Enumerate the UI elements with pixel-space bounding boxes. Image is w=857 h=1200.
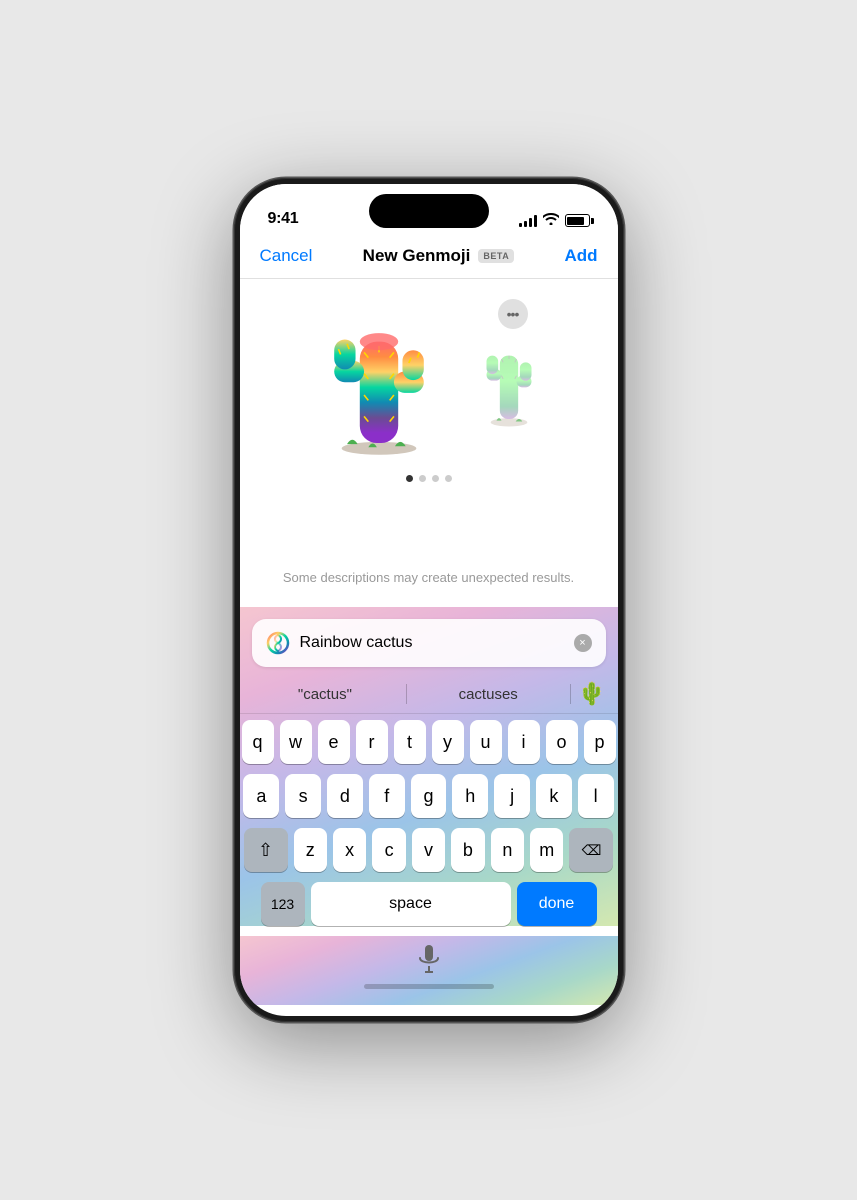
phone-frame: 9:41 Cancel [234, 178, 624, 1022]
key-row-3: ⇧ z x c v b n m ⌫ [244, 828, 614, 872]
cactus-small[interactable] [469, 329, 549, 429]
page-title: New Genmoji [363, 246, 471, 266]
more-button[interactable]: ••• [498, 299, 528, 329]
cactus-large[interactable] [309, 299, 449, 459]
status-bar: 9:41 [240, 184, 618, 238]
key-y[interactable]: y [432, 720, 464, 764]
status-icons [519, 213, 590, 228]
wifi-icon [543, 213, 559, 228]
key-l[interactable]: l [578, 774, 614, 818]
num-key[interactable]: 123 [261, 882, 305, 926]
key-h[interactable]: h [452, 774, 488, 818]
battery-icon [565, 214, 590, 227]
key-a[interactable]: a [243, 774, 279, 818]
key-i[interactable]: i [508, 720, 540, 764]
nav-title-container: New Genmoji BETA [363, 246, 515, 266]
status-time: 9:41 [268, 210, 299, 228]
add-button[interactable]: Add [564, 246, 597, 266]
ellipsis-icon: ••• [507, 306, 519, 322]
dynamic-island [369, 194, 489, 228]
autocomplete-bar: "cactus" cactuses 🌵 [240, 675, 618, 714]
warning-text: Some descriptions may create unexpected … [283, 570, 574, 585]
key-c[interactable]: c [372, 828, 405, 872]
key-row-1: q w e r t y u i o p [244, 720, 614, 764]
search-input[interactable]: Rainbow cactus [300, 634, 564, 652]
keyboard: q w e r t y u i o p a s d f g [240, 714, 618, 926]
signal-icon [519, 215, 537, 227]
key-o[interactable]: o [546, 720, 578, 764]
cancel-button[interactable]: Cancel [260, 246, 313, 266]
emoji-preview-area: ••• [240, 279, 618, 539]
dot-2[interactable] [419, 475, 426, 482]
shift-key[interactable]: ⇧ [244, 828, 288, 872]
mic-icon [418, 944, 440, 974]
key-w[interactable]: w [280, 720, 312, 764]
autocomplete-divider-1 [406, 684, 407, 704]
key-f[interactable]: f [369, 774, 405, 818]
key-k[interactable]: k [536, 774, 572, 818]
key-r[interactable]: r [356, 720, 388, 764]
page-dots [406, 475, 452, 482]
autocomplete-cactus-emoji[interactable]: 🌵 [578, 681, 605, 707]
key-d[interactable]: d [327, 774, 363, 818]
clear-icon: × [579, 637, 585, 649]
key-e[interactable]: e [318, 720, 350, 764]
key-p[interactable]: p [584, 720, 616, 764]
warning-area: Some descriptions may create unexpected … [240, 539, 618, 607]
key-n[interactable]: n [491, 828, 524, 872]
key-m[interactable]: m [530, 828, 563, 872]
key-q[interactable]: q [242, 720, 274, 764]
bottom-bar [240, 936, 618, 1005]
key-z[interactable]: z [294, 828, 327, 872]
search-bar[interactable]: Rainbow cactus × [252, 619, 606, 667]
mic-button[interactable] [414, 944, 444, 974]
done-key[interactable]: done [517, 882, 597, 926]
clear-button[interactable]: × [574, 634, 592, 652]
key-x[interactable]: x [333, 828, 366, 872]
keyboard-area: Rainbow cactus × "cactus" cactuses 🌵 q w [240, 607, 618, 926]
key-s[interactable]: s [285, 774, 321, 818]
key-u[interactable]: u [470, 720, 502, 764]
key-j[interactable]: j [494, 774, 530, 818]
key-row-4: 123 space done [244, 882, 614, 926]
backspace-key[interactable]: ⌫ [569, 828, 613, 872]
dot-4[interactable] [445, 475, 452, 482]
key-v[interactable]: v [412, 828, 445, 872]
autocomplete-cactus[interactable]: "cactus" [252, 682, 399, 707]
beta-badge: BETA [478, 249, 514, 263]
dot-1[interactable] [406, 475, 413, 482]
space-key[interactable]: space [311, 882, 511, 926]
nav-bar: Cancel New Genmoji BETA Add [240, 238, 618, 279]
phone-screen: 9:41 Cancel [240, 184, 618, 1016]
autocomplete-divider-2 [570, 684, 571, 704]
genmoji-icon [266, 631, 290, 655]
key-row-2: a s d f g h j k l [244, 774, 614, 818]
key-b[interactable]: b [451, 828, 484, 872]
autocomplete-cactuses[interactable]: cactuses [415, 682, 562, 707]
emoji-carousel [260, 299, 598, 459]
dot-3[interactable] [432, 475, 439, 482]
key-t[interactable]: t [394, 720, 426, 764]
key-g[interactable]: g [411, 774, 447, 818]
home-indicator [364, 984, 494, 989]
